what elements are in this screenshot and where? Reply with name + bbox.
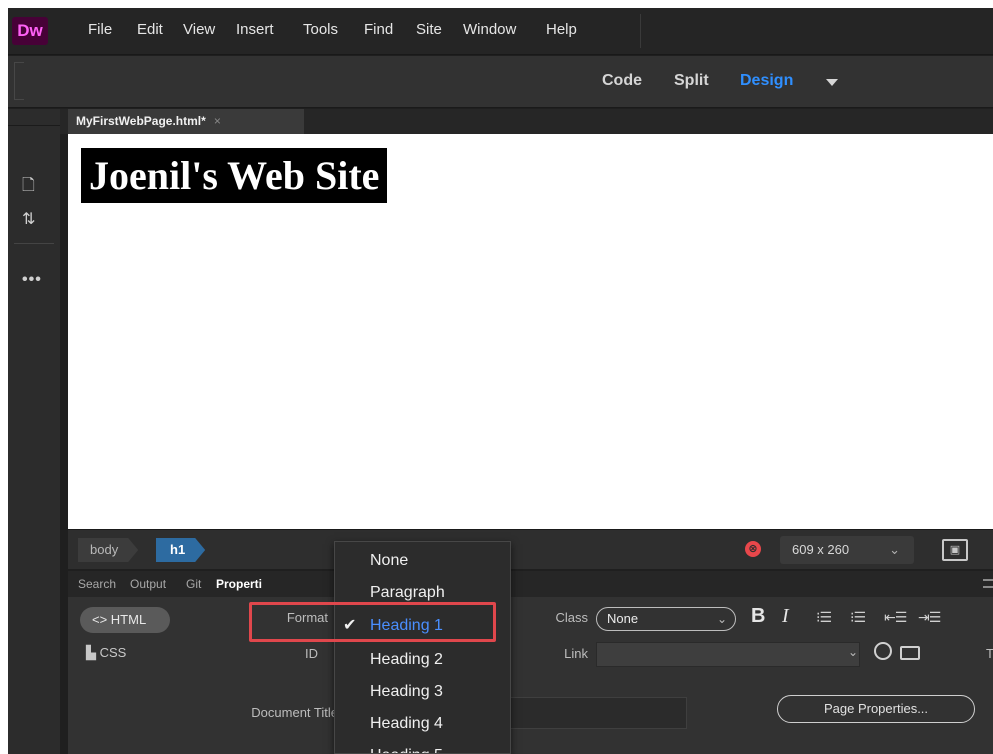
document-title-label: Document Title	[251, 705, 338, 720]
format-option-heading-1-label: Heading 1	[370, 617, 443, 634]
selected-heading[interactable]: Joenil's Web Site	[81, 148, 388, 203]
toolbar-separator	[14, 243, 54, 244]
outdent-icon[interactable]: ⇤☰	[884, 609, 907, 626]
class-select[interactable]: None ⌄	[596, 607, 736, 631]
tag-selector-bar: body h1 ⊗ 609 x 260 ⌄ ▣	[68, 529, 993, 569]
window-size-select[interactable]: 609 x 260 ⌄	[780, 536, 914, 564]
menu-find[interactable]: Find	[364, 21, 393, 38]
view-toolbar: Code Split Design	[8, 56, 993, 108]
document-tab-bar: MyFirstWebPage.html* ×	[60, 109, 993, 134]
page-properties-button[interactable]: Page Properties...	[777, 695, 975, 723]
ordered-list-icon[interactable]: ⁝☰	[850, 609, 866, 626]
chevron-down-icon: ⌄	[716, 612, 727, 626]
design-view-canvas[interactable]: Joenil's Web Site	[68, 134, 993, 529]
menu-tools[interactable]: Tools	[303, 21, 338, 38]
tag-h1[interactable]: h1	[156, 538, 205, 562]
format-option-heading-2[interactable]: Heading 2	[335, 643, 510, 676]
tab-git[interactable]: Git	[186, 577, 201, 591]
css-mode-button[interactable]: ▙ CSS	[86, 645, 126, 661]
indent-icon[interactable]: ⇥☰	[918, 609, 941, 626]
menu-divider	[640, 14, 641, 48]
error-icon[interactable]: ⊗	[745, 541, 761, 557]
css-mode-label: CSS	[99, 645, 127, 660]
css-icon: ▙	[86, 645, 100, 660]
menu-file[interactable]: File	[88, 21, 112, 38]
tab-properties[interactable]: Properti	[216, 577, 262, 591]
panel-tabs: Search Output Git Properti	[68, 571, 993, 597]
screenshot-top-strip	[0, 0, 993, 8]
close-tab-icon[interactable]: ×	[214, 114, 221, 128]
files-icon[interactable]: 🗋	[22, 174, 35, 201]
point-to-file-icon[interactable]	[874, 642, 892, 660]
more-tools-icon[interactable]: •••	[22, 271, 42, 289]
tab-output[interactable]: Output	[130, 577, 166, 591]
id-label: ID	[305, 646, 318, 661]
menu-view[interactable]: View	[183, 21, 215, 38]
format-option-none[interactable]: None	[335, 544, 510, 577]
menu-bar: Dw File Edit View Insert Tools Find Site…	[8, 8, 993, 55]
menu-help[interactable]: Help	[546, 21, 577, 38]
format-dropdown-menu: None Paragraph ✔ Heading 1 Heading 2 Hea…	[334, 541, 511, 754]
left-toolbar: 🗋 ⇅ •••	[8, 126, 60, 754]
toolbar-edge	[14, 62, 24, 100]
link-dropdown-icon[interactable]: ⌄	[848, 645, 858, 659]
format-label: Format	[286, 610, 328, 625]
bold-button[interactable]: B	[751, 605, 765, 628]
target-label: Ta	[986, 646, 993, 661]
menu-site[interactable]: Site	[416, 21, 442, 38]
browse-folder-icon[interactable]	[900, 646, 920, 660]
panel-menu-icon[interactable]	[983, 579, 993, 588]
format-option-heading-5[interactable]: Heading 5	[335, 739, 510, 753]
properties-panel: <> HTML ▙ CSS Format ID Class Link None …	[68, 597, 993, 754]
design-view-button[interactable]: Design	[740, 72, 793, 90]
window-size-value: 609 x 260	[792, 542, 850, 557]
menu-window[interactable]: Window	[463, 21, 516, 38]
class-label: Class	[555, 610, 588, 625]
link-input[interactable]	[596, 642, 860, 667]
device-preview-icon[interactable]: ▣	[942, 539, 968, 561]
menu-edit[interactable]: Edit	[137, 21, 163, 38]
tab-search[interactable]: Search	[78, 577, 116, 591]
code-view-button[interactable]: Code	[602, 72, 642, 90]
format-option-paragraph[interactable]: Paragraph	[335, 576, 510, 609]
class-value: None	[607, 611, 639, 626]
page-heading-text: Joenil's Web Site	[89, 153, 380, 198]
italic-button[interactable]: I	[782, 605, 789, 628]
format-option-heading-1[interactable]: ✔ Heading 1	[335, 609, 510, 642]
sort-icon[interactable]: ⇅	[22, 209, 35, 229]
split-view-button[interactable]: Split	[674, 72, 709, 90]
html-mode-button[interactable]: <> HTML	[80, 607, 170, 633]
format-option-heading-3[interactable]: Heading 3	[335, 675, 510, 708]
checkmark-icon: ✔	[343, 617, 357, 634]
document-title-input[interactable]	[510, 697, 687, 729]
menu-insert[interactable]: Insert	[236, 21, 274, 38]
link-label: Link	[564, 646, 588, 661]
unordered-list-icon[interactable]: ⁝☰	[816, 609, 832, 626]
tag-body[interactable]: body	[78, 538, 138, 562]
document-tab-title: MyFirstWebPage.html*	[76, 114, 206, 128]
format-option-heading-4[interactable]: Heading 4	[335, 707, 510, 740]
chevron-down-icon: ⌄	[889, 542, 900, 557]
document-tab[interactable]: MyFirstWebPage.html* ×	[68, 109, 304, 134]
left-toolbar-header	[8, 109, 60, 126]
view-mode-dropdown-icon[interactable]	[826, 79, 838, 86]
app-logo: Dw	[12, 17, 48, 45]
